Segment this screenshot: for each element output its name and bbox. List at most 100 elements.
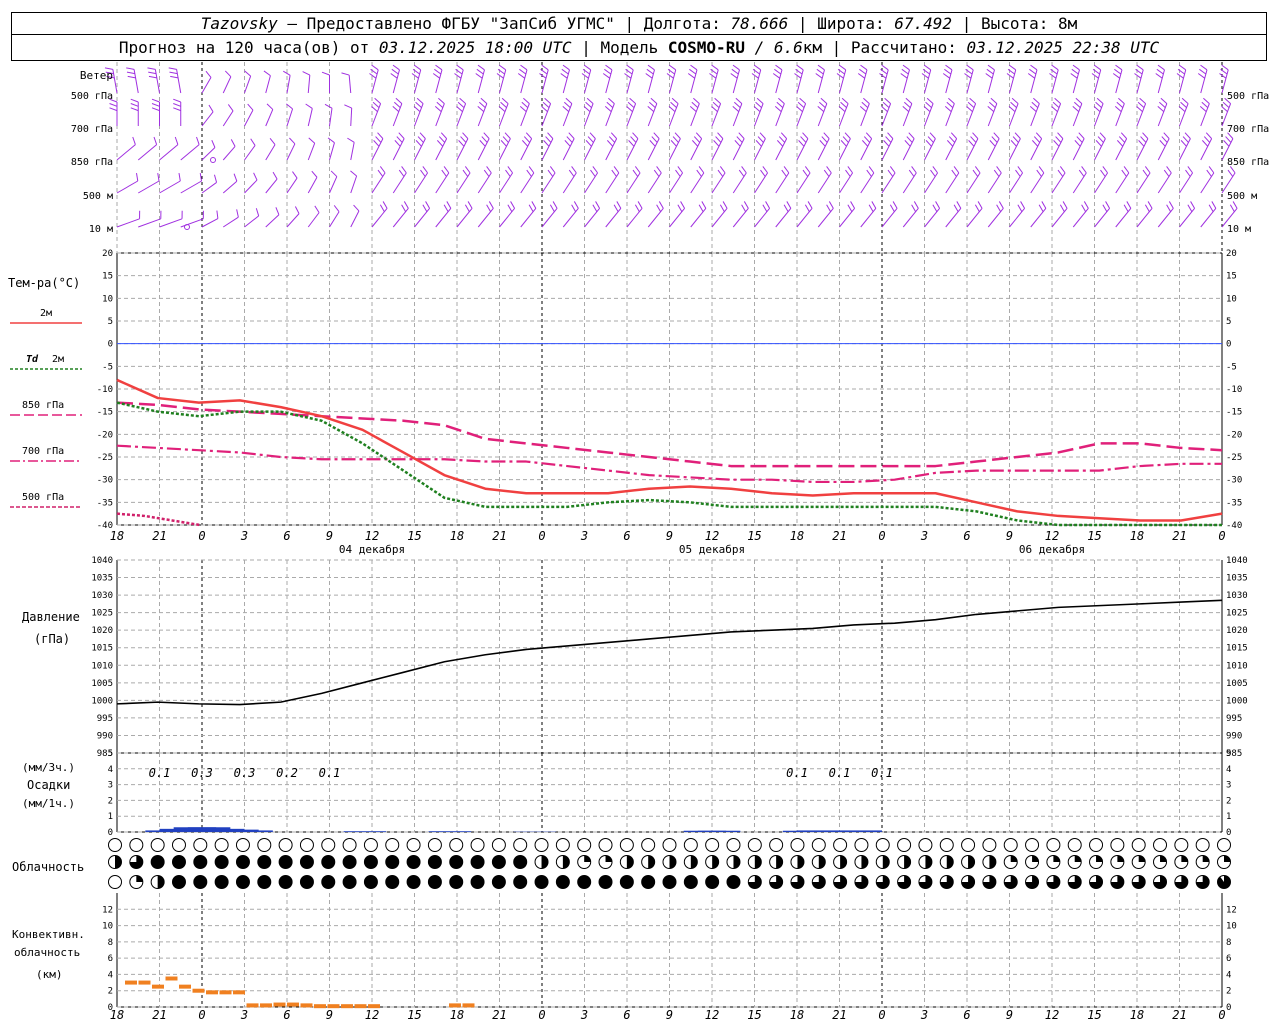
wind-barb-feather — [560, 73, 568, 79]
x-tick-label-bottom: 21 — [152, 1008, 166, 1022]
wind-level-700hpa-right: 700 гПа — [1227, 124, 1269, 135]
wind-barb-feather — [717, 169, 724, 177]
wind-barb — [329, 142, 335, 161]
wind-barb-feather — [585, 140, 592, 147]
cloud-circle — [769, 838, 784, 852]
wind-barb-feather — [1115, 64, 1123, 71]
wind-barb — [966, 138, 979, 161]
wind-barb-feather — [986, 68, 994, 75]
x-tick-label-bottom: 21 — [1172, 1008, 1186, 1022]
temp-tick-label: -25 — [97, 453, 113, 463]
wind-barb-feather — [454, 73, 462, 79]
x-tick-label-bottom: 15 — [747, 1008, 761, 1022]
x-tick-label: 6 — [963, 529, 970, 543]
cloud-circle — [513, 838, 528, 852]
cloud-fill — [343, 875, 357, 889]
wind-barb-feather — [236, 209, 239, 218]
wind-barb-feather — [1116, 140, 1124, 147]
wind-barb-feather — [507, 166, 513, 174]
wind-barb-feather — [568, 132, 575, 139]
wind-barb-feather — [549, 204, 555, 212]
cloud-circle — [406, 838, 421, 852]
wind-barb — [456, 172, 471, 194]
cloud-fill — [840, 855, 847, 869]
wind-barb — [520, 138, 533, 161]
wind-barb-feather — [127, 75, 136, 79]
wind-barb-feather — [1200, 64, 1208, 71]
press-tick-label-right: 1005 — [1226, 679, 1248, 689]
wind-barb — [945, 103, 955, 127]
wind-level-700hpa: 700 гПа — [71, 124, 113, 135]
wind-barb-feather — [632, 132, 639, 139]
wind-barb — [626, 69, 634, 94]
conv-bar — [314, 1004, 326, 1009]
wind-barb-feather — [314, 205, 320, 213]
wind-barb-feather — [521, 101, 529, 109]
wind-barb-feather — [519, 68, 527, 75]
press-tick-label: 1030 — [91, 591, 113, 601]
wind-barb-feather — [972, 132, 979, 139]
wind-barb — [626, 138, 639, 161]
wind-barb-feather — [859, 105, 867, 113]
wind-barb-feather — [630, 136, 637, 143]
wind-barb — [392, 172, 407, 194]
wind-barb — [775, 172, 790, 194]
x-tick-label: 12 — [365, 529, 379, 543]
wind-barb-feather — [711, 64, 719, 71]
legend-td-sub: 2м — [52, 354, 64, 365]
wind-barb-feather — [440, 132, 448, 139]
wind-barb — [562, 103, 573, 127]
conv-tick-label: 8 — [108, 938, 113, 948]
wind-barb — [499, 103, 509, 127]
wind-barb-feather — [942, 73, 951, 79]
cloud-fill — [115, 855, 122, 869]
wind-barb — [456, 69, 464, 94]
wind-barb-feather — [1140, 136, 1147, 143]
cloud-circle — [939, 838, 954, 852]
wind-level-500m: 500 м — [83, 191, 113, 202]
wind-barb-feather — [653, 169, 660, 177]
wind-barb-feather — [1076, 136, 1083, 143]
wind-barb — [222, 180, 238, 194]
wind-barb — [817, 138, 830, 161]
wind-barb-feather — [857, 73, 866, 79]
wind-barb-feather — [586, 97, 594, 104]
wind-barb-feather — [691, 140, 699, 147]
cloud-fill — [1117, 855, 1124, 862]
wind-barb — [350, 210, 360, 228]
wind-barb — [1072, 208, 1089, 228]
wind-barb-feather — [1091, 73, 1099, 79]
wind-barb — [669, 103, 679, 127]
wind-barb-feather — [627, 101, 635, 109]
wind-barb-feather — [347, 137, 355, 143]
wind-barb — [626, 103, 637, 127]
cloud-fill — [449, 875, 463, 889]
wind-barb-feather — [438, 136, 446, 143]
wind-barb — [839, 69, 847, 94]
wind-barb-feather — [796, 64, 804, 71]
cloud-fill — [556, 875, 570, 889]
conv-bar — [300, 1003, 313, 1008]
wind-barb-feather — [880, 68, 888, 75]
wind-barb-feather — [889, 204, 895, 212]
wind-barb-feather — [148, 75, 157, 79]
wind-barb — [414, 69, 422, 94]
precip-3h-label: 0.1 — [319, 766, 341, 780]
press-tick-label-right: 995 — [1226, 714, 1242, 724]
temp-tick-label: -30 — [97, 476, 113, 486]
wind-barb-feather — [441, 169, 447, 177]
wind-barb — [1030, 103, 1040, 127]
legend-td: Td — [26, 354, 39, 365]
wind-barb-feather — [987, 105, 995, 113]
wind-barb-feather — [969, 97, 976, 104]
cloud-fill — [193, 855, 207, 869]
wind-barb — [520, 69, 528, 94]
wind-barb-feather — [816, 68, 824, 75]
wind-barb-feather — [1187, 166, 1193, 174]
wind-barb — [159, 180, 181, 194]
wind-barb-feather — [1161, 136, 1168, 143]
press-tick-label: 1015 — [91, 644, 113, 654]
wind-barb — [1136, 69, 1144, 94]
meteogram: 20 2015 1510 105 50 0-5 -5-10 -10-15 -15-20 -20-2… — [8, 62, 1269, 1022]
cloud-circle — [321, 838, 336, 852]
